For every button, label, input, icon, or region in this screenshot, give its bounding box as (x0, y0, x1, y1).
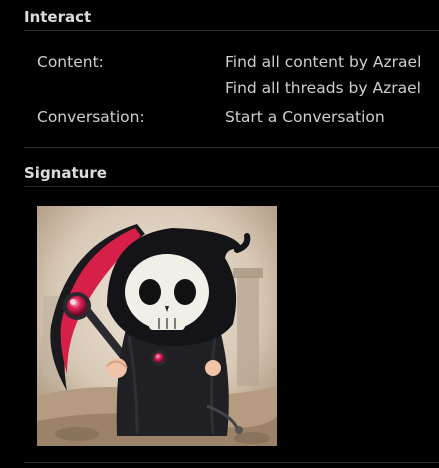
find-all-threads-link[interactable]: Find all threads by Azrael (225, 77, 421, 99)
find-all-content-link[interactable]: Find all content by Azrael (225, 51, 421, 73)
signature-heading: Signature (24, 163, 439, 187)
signature-image (37, 206, 277, 446)
bottom-divider (24, 462, 439, 463)
conversation-label: Conversation: (37, 108, 145, 126)
interact-heading: Interact (24, 7, 439, 31)
start-conversation-link[interactable]: Start a Conversation (225, 106, 385, 128)
section-divider (24, 147, 439, 148)
content-label: Content: (37, 53, 104, 71)
